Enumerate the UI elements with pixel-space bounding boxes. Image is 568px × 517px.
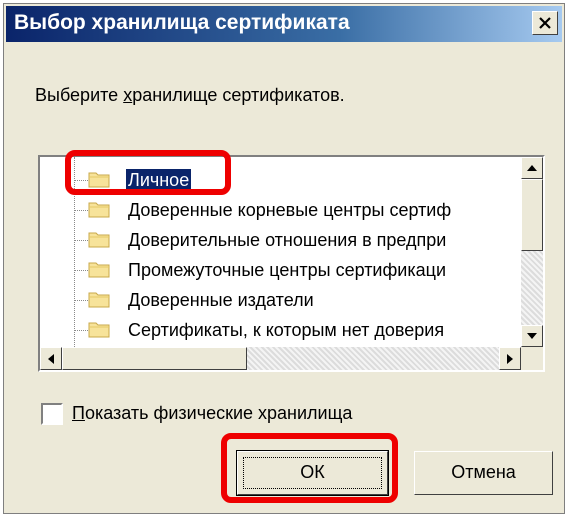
arrow-up-icon: [527, 165, 537, 171]
scroll-up-button[interactable]: [521, 157, 543, 179]
show-physical-stores-label[interactable]: Показать физические хранилища: [72, 403, 352, 424]
focus-rectangle: [243, 457, 382, 489]
tree-item[interactable]: Доверенные издатели: [40, 285, 521, 315]
horizontal-scroll-thumb[interactable]: [62, 347, 247, 370]
tree-connector: [74, 300, 88, 301]
scroll-left-button[interactable]: [40, 347, 62, 370]
horizontal-scrollbar[interactable]: [40, 347, 521, 370]
tree-item[interactable]: Сертификаты, к которым нет доверия: [40, 315, 521, 345]
cancel-button[interactable]: Отмена: [414, 451, 553, 495]
cancel-button-label: Отмена: [451, 462, 516, 482]
close-button[interactable]: [532, 11, 558, 35]
tree-item[interactable]: Промежуточные центры сертификаци: [40, 255, 521, 285]
show-physical-stores-checkbox[interactable]: [41, 403, 63, 425]
arrow-down-icon: [527, 333, 537, 339]
dialog-title: Выбор хранилища сертификата: [14, 11, 350, 34]
vertical-scrollbar[interactable]: [521, 157, 543, 347]
tree-item-label: Доверенные издатели: [128, 290, 314, 310]
scroll-down-button[interactable]: [521, 325, 543, 347]
arrow-left-icon: [48, 353, 54, 364]
tree-item[interactable]: Доверительные отношения в предпри: [40, 225, 521, 255]
close-icon: [539, 17, 551, 29]
title-bar[interactable]: Выбор хранилища сертификата: [6, 6, 562, 42]
folder-icon: [88, 262, 110, 278]
tree-item-label: Доверенные корневые центры сертиф: [128, 200, 452, 220]
store-tree-view[interactable]: Личное Доверенные корневые центры сертиф Д…: [38, 155, 545, 372]
vertical-scroll-thumb[interactable]: [521, 179, 543, 251]
folder-icon: [88, 172, 110, 188]
folder-icon: [88, 292, 110, 308]
scrollbar-corner: [521, 347, 543, 370]
certificate-store-dialog: Выбор хранилища сертификата Выберите хра…: [3, 3, 565, 514]
tree-connector: [74, 270, 88, 271]
tree-item-label: Личное: [126, 169, 192, 191]
folder-icon: [88, 232, 110, 248]
folder-icon: [88, 202, 110, 218]
tree-content: Личное Доверенные корневые центры сертиф Д…: [40, 157, 521, 347]
folder-icon: [88, 322, 110, 338]
tree-item[interactable]: Доверенные корневые центры сертиф: [40, 195, 521, 225]
tree-connector: [74, 240, 88, 241]
arrow-right-icon: [507, 353, 513, 364]
tree-item-label: Доверительные отношения в предпри: [128, 230, 447, 250]
ok-button[interactable]: ОК: [236, 450, 389, 496]
tree-item-label: Промежуточные центры сертификаци: [128, 260, 446, 280]
tree-item-label: Сертификаты, к которым нет доверия: [128, 320, 445, 340]
tree-connector: [74, 210, 88, 211]
instruction-text: Выберите хранилище сертификатов.: [35, 85, 345, 105]
tree-connector: [74, 180, 88, 181]
tree-item[interactable]: Личное: [40, 165, 521, 195]
scroll-right-button[interactable]: [499, 347, 521, 370]
tree-connector: [74, 330, 88, 331]
